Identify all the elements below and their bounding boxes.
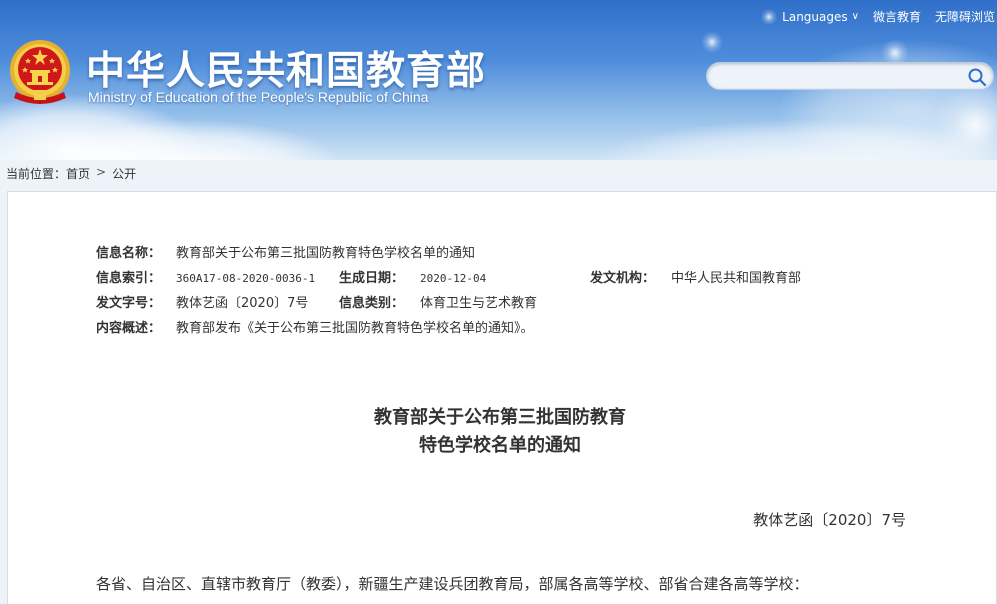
meta-value: 360A17-08-2020-0036-1 [176,272,316,285]
document-salutation: 各省、自治区、直辖市教育厅（教委），新疆生产建设兵团教育局，部属各高等学校、部省… [96,575,809,593]
chevron-down-icon: ∨ [851,11,859,22]
breadcrumb-current-link[interactable]: 公开 [112,165,136,182]
search-icon[interactable] [967,67,987,87]
languages-label: Languages [782,9,848,24]
meta-label: 生成日期： [339,271,405,286]
document-number: 教体艺函〔2020〕7号 [753,511,906,529]
meta-label: 发文机构： [590,271,656,286]
meta-value: 教育部关于公布第三批国防教育特色学校名单的通知 [176,246,476,261]
accessibility-link[interactable]: 无障碍浏览 [935,8,995,25]
top-links: Languages ∨ 微言教育 无障碍浏览 [782,8,995,25]
site-title-chinese[interactable]: 中华人民共和国教育部 [86,40,486,96]
breadcrumb-home-link[interactable]: 首页 [66,165,90,182]
meta-value: 2020-12-04 [420,272,487,285]
meta-value: 体育卫生与艺术教育 [420,296,538,311]
meta-label: 信息类别： [339,296,405,311]
meta-value: 教体艺函〔2020〕7号 [176,296,309,311]
meta-value: 教育部发布《关于公布第三批国防教育特色学校名单的通知》。 [176,321,534,336]
breadcrumb-label: 当前位置： [6,167,67,181]
site-title-english[interactable]: Ministry of Education of the People's Re… [88,89,428,105]
meta-label: 发文字号： [96,296,162,311]
national-emblem-icon[interactable] [8,38,72,106]
search-box [706,62,994,90]
site-header: 中华人民共和国教育部 Ministry of Education of the … [0,0,997,160]
breadcrumb-separator: > [96,165,107,179]
meta-label: 信息索引： [96,271,162,286]
dandelion-decoration [700,30,724,54]
dandelion-decoration [760,8,778,26]
meta-label: 信息名称： [96,246,162,261]
document-title: 教育部关于公布第三批国防教育 特色学校名单的通知 [250,404,750,460]
document-title-line: 特色学校名单的通知 [419,435,581,456]
languages-dropdown[interactable]: Languages ∨ [782,10,859,24]
meta-value: 中华人民共和国教育部 [671,271,802,286]
breadcrumb: 当前位置： 首页 > 公开 [6,165,136,182]
meta-label: 内容概述： [96,321,162,336]
weiyan-education-link[interactable]: 微言教育 [873,8,921,25]
document-title-line: 教育部关于公布第三批国防教育 [374,407,626,428]
search-input[interactable] [719,67,959,87]
